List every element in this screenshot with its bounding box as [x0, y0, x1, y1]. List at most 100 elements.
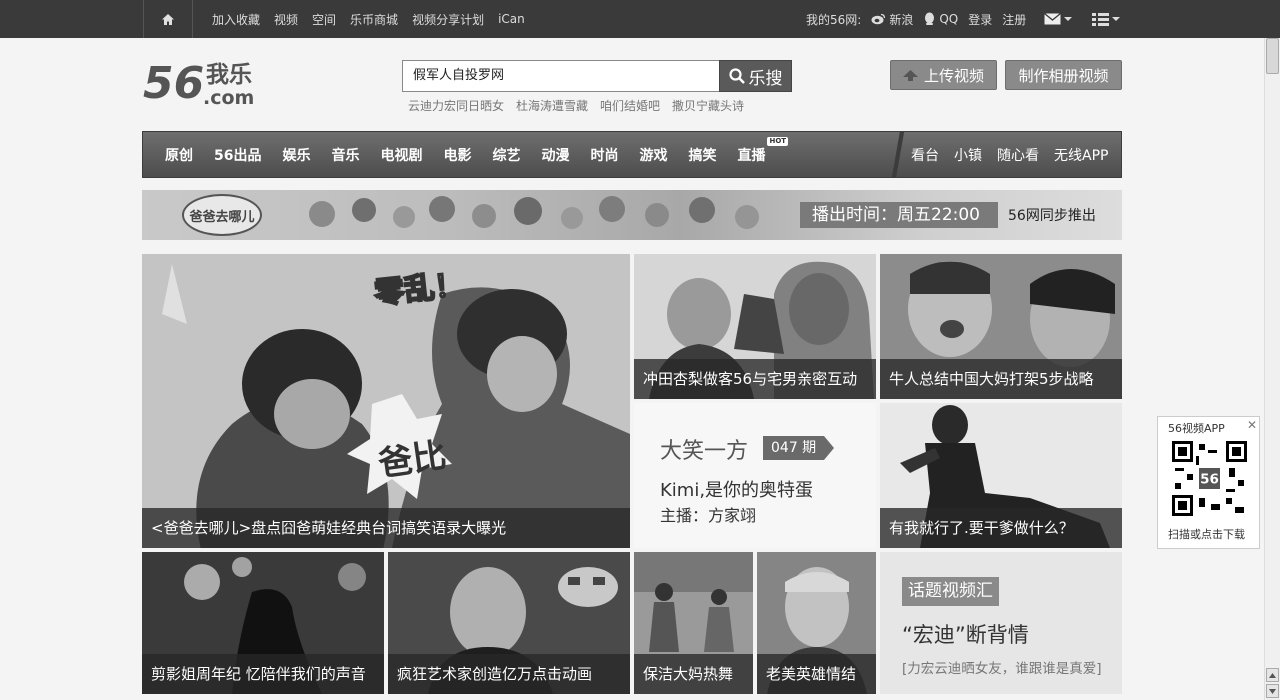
featured-video[interactable]: 保洁大妈热舞: [634, 552, 753, 694]
scrollbar-thumb[interactable]: [1266, 38, 1279, 74]
nav-item[interactable]: 时尚: [590, 145, 618, 165]
secondary-nav: 看台 小镇 随心看 无线APP: [911, 132, 1108, 177]
logo-number: 56: [143, 58, 204, 108]
video-caption: 老美英雄情结: [757, 654, 876, 694]
nav-sub-item[interactable]: 随心看: [997, 145, 1039, 165]
nav-sub-item[interactable]: 小镇: [954, 145, 982, 165]
video-caption: 冲田杏梨做客56与宅男亲密互动: [634, 359, 876, 399]
top-bar: 加入收藏 视频 空间 乐币商城 视频分享计划 iCan 我的56网: 新浪 QQ…: [0, 0, 1280, 38]
host-label: 主播：方家翊: [660, 506, 757, 525]
qr-code[interactable]: 56: [1172, 441, 1247, 516]
app-download-float[interactable]: 56视频APP ✕ 56 扫描或点击下载: [1157, 416, 1260, 549]
nav-sub-item[interactable]: 看台: [911, 145, 939, 165]
triangle-up-icon: [1269, 672, 1276, 678]
mail-button[interactable]: [1044, 11, 1072, 27]
airtime-label: 播出时间：周五22:00: [800, 202, 998, 228]
hot-word[interactable]: 杜海涛遭雪藏: [516, 97, 588, 114]
link-share-plan[interactable]: 视频分享计划: [412, 11, 484, 28]
grid-menu-button[interactable]: [1092, 11, 1120, 27]
featured-video[interactable]: 老美英雄情结: [757, 552, 876, 694]
nav-item-live[interactable]: 直播 HOT: [737, 136, 789, 165]
home-icon: [162, 13, 174, 25]
cast-photo: [309, 196, 759, 229]
featured-video[interactable]: 牛人总结中国大妈打架5步战略: [880, 254, 1122, 399]
qq-login[interactable]: QQ: [923, 12, 958, 26]
scroll-up-button[interactable]: [1266, 668, 1279, 682]
link-ican[interactable]: iCan: [498, 12, 525, 26]
nav-item[interactable]: 音乐: [331, 145, 359, 165]
app-download-label: 扫描或点击下载: [1168, 528, 1245, 541]
video-caption: 保洁大妈热舞: [634, 654, 753, 694]
category-list: 原创 56出品 娱乐 音乐 电视剧 电影 综艺 动漫 时尚 游戏 搞笑 直播 H…: [165, 132, 789, 177]
weibo-icon: [871, 13, 886, 25]
nav-item[interactable]: 游戏: [639, 145, 667, 165]
overlay-text: 零乱！: [372, 266, 467, 312]
topic-panel[interactable]: 话题视频汇 “宏迪”断背情 [力宏云迪晒女友，谁跟谁是真爱]: [880, 552, 1122, 694]
qr-label: 56: [1200, 472, 1219, 488]
nav-item[interactable]: 搞笑: [688, 145, 716, 165]
link-video[interactable]: 视频: [274, 11, 298, 28]
hot-word[interactable]: 撒贝宁藏头诗: [672, 97, 744, 114]
triangle-down-icon: [1269, 688, 1276, 694]
category-nav: 原创 56出品 娱乐 音乐 电视剧 电影 综艺 动漫 时尚 游戏 搞笑 直播 H…: [142, 131, 1122, 178]
overlay-text: 爸比: [376, 435, 449, 485]
logo-domain: .com: [203, 87, 254, 108]
video-caption: 有我就行了.要干爹做什么？: [880, 508, 1122, 548]
search-input[interactable]: 假军人自投罗网: [402, 60, 720, 92]
nav-live-label: 直播: [737, 147, 766, 164]
home-button[interactable]: [143, 0, 193, 38]
hot-word[interactable]: 云迪力宏同日晒女: [408, 97, 504, 114]
nav-sub-item[interactable]: 无线APP: [1054, 145, 1108, 165]
scroll-down-button[interactable]: [1266, 684, 1279, 698]
nav-item[interactable]: 电影: [443, 145, 471, 165]
site-logo[interactable]: 56 我乐 .com: [143, 58, 275, 108]
featured-video-big[interactable]: 零乱！ 爸比 <爸爸去哪儿>盘点囧爸萌娃经典台词搞笑语录大曝光: [142, 254, 630, 548]
upload-label: 上传视频: [923, 66, 984, 85]
featured-video[interactable]: 有我就行了.要干爹做什么？: [880, 403, 1122, 548]
login-link[interactable]: 登录: [968, 11, 992, 28]
nav-item[interactable]: 电视剧: [380, 145, 422, 165]
featured-video[interactable]: 疯狂艺术家创造亿万点击动画: [388, 552, 630, 694]
show-logo: 爸爸去哪儿: [182, 194, 262, 236]
hot-word[interactable]: 咱们结婚吧: [600, 97, 660, 114]
sina-login[interactable]: 新浪: [871, 11, 913, 28]
close-icon[interactable]: ✕: [1247, 418, 1257, 432]
mail-icon: [1044, 13, 1061, 25]
make-album-button[interactable]: 制作相册视频: [1005, 60, 1122, 90]
qq-label: QQ: [939, 12, 959, 26]
video-caption: 牛人总结中国大妈打架5步战略: [880, 359, 1122, 399]
featured-video[interactable]: 剪影姐周年纪 忆陪伴我们的声音: [142, 552, 384, 694]
issue-badge: 047 期: [763, 436, 835, 460]
hot-badge: HOT: [767, 136, 789, 146]
my56-label: 我的56网:: [806, 12, 862, 27]
link-shop[interactable]: 乐币商城: [350, 11, 398, 28]
show-title: 大笑一方: [660, 439, 749, 464]
search-icon: [728, 68, 745, 84]
nav-item[interactable]: 综艺: [492, 145, 520, 165]
nav-item[interactable]: 原创: [165, 145, 193, 165]
featured-video[interactable]: 冲田杏梨做客56与宅男亲密互动: [634, 254, 876, 399]
link-space[interactable]: 空间: [312, 11, 336, 28]
scrollbar[interactable]: [1264, 38, 1280, 700]
upload-video-button[interactable]: 上传视频: [890, 60, 997, 90]
topic-description: [力宏云迪晒女友，谁跟谁是真爱]: [902, 661, 1102, 677]
search-button[interactable]: 乐搜: [719, 60, 792, 92]
search-button-label: 乐搜: [748, 68, 783, 89]
chevron-down-icon: [1064, 17, 1072, 21]
top-links: 加入收藏 视频 空间 乐币商城 视频分享计划 iCan: [212, 0, 525, 38]
link-favorite[interactable]: 加入收藏: [212, 11, 260, 28]
nav-item[interactable]: 56出品: [214, 145, 261, 165]
nav-item[interactable]: 动漫: [541, 145, 569, 165]
video-caption: 剪影姐周年纪 忆陪伴我们的声音: [142, 654, 384, 694]
show-banner[interactable]: 爸爸去哪儿 播出时间：周五22:00 56网同步推出: [142, 190, 1122, 240]
sina-label: 新浪: [889, 12, 914, 27]
laugh-show-panel[interactable]: 大笑一方 047 期 Kimi,是你的奥特蛋 主播：方家翊: [634, 403, 876, 548]
register-link[interactable]: 注册: [1002, 11, 1026, 28]
topic-headline: “宏迪”断背情: [902, 623, 1029, 647]
nav-item[interactable]: 娱乐: [282, 145, 310, 165]
hot-search-words: 云迪力宏同日晒女 杜海涛遭雪藏 咱们结婚吧 撒贝宁藏头诗: [408, 97, 744, 114]
episode-title: Kimi,是你的奥特蛋: [660, 480, 814, 501]
login-area: 我的56网: 新浪 QQ 登录 注册: [806, 0, 1026, 38]
topic-tag: 话题视频汇: [902, 577, 999, 606]
video-caption: <爸爸去哪儿>盘点囧爸萌娃经典台词搞笑语录大曝光: [142, 508, 630, 548]
